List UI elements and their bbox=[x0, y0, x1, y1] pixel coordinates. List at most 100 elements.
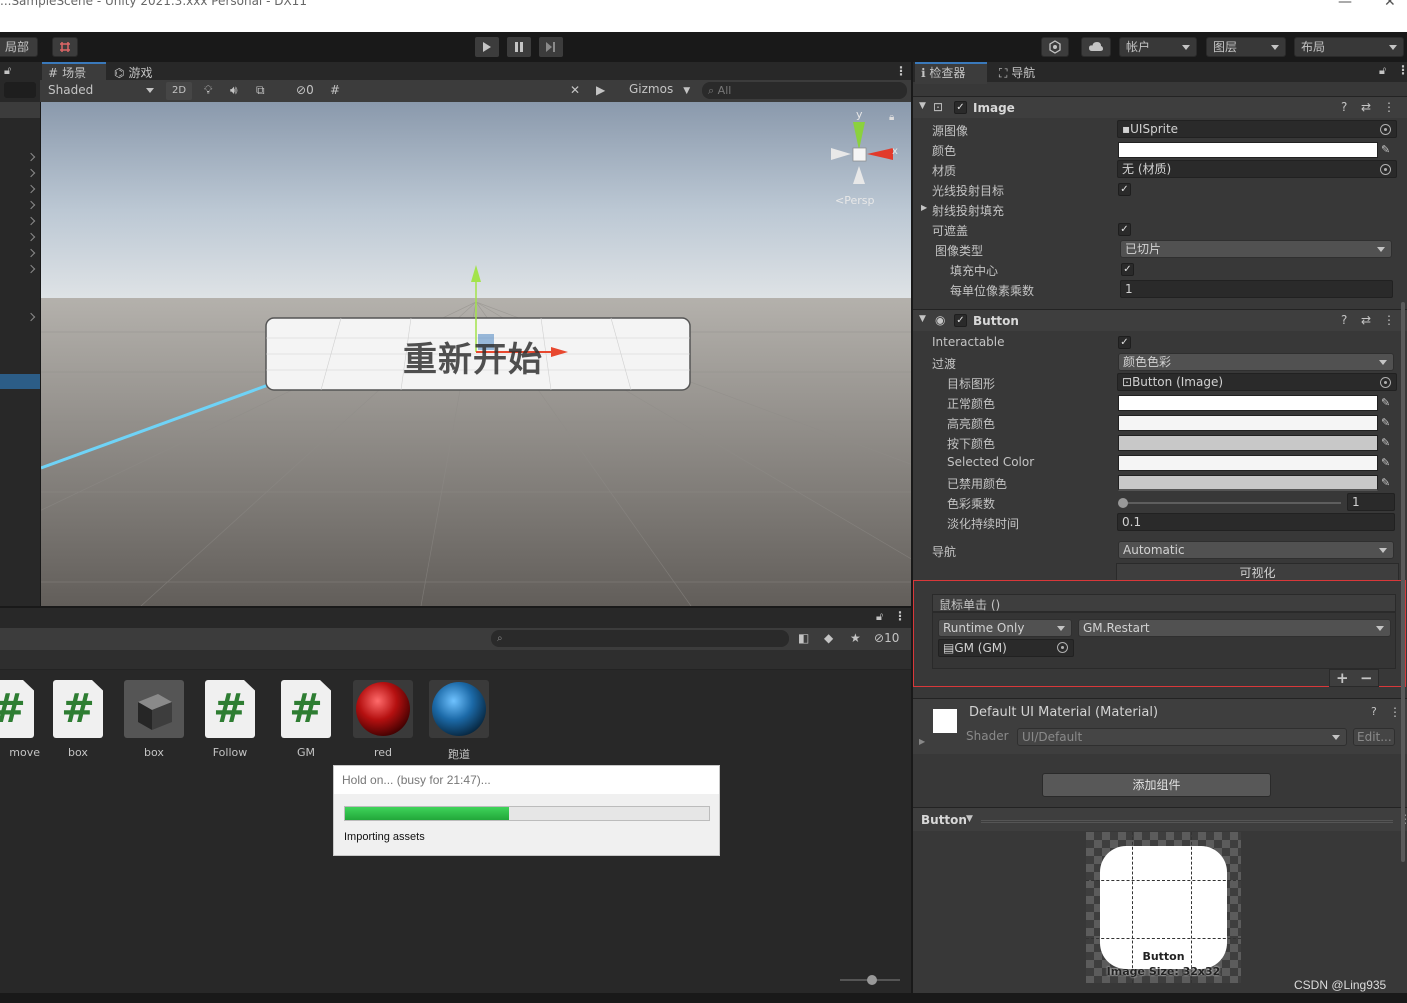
raycast-target-checkbox[interactable]: ✓ bbox=[1118, 183, 1131, 196]
pivot-local-toggle[interactable]: 局部 bbox=[0, 37, 38, 57]
zoom-slider-thumb[interactable] bbox=[867, 975, 877, 985]
selected-hierarchy-row[interactable] bbox=[0, 374, 40, 389]
object-picker-icon[interactable] bbox=[1380, 164, 1391, 175]
hidden-objects-toggle[interactable]: ⊘0 bbox=[296, 83, 314, 97]
expand-chevron-icon[interactable] bbox=[26, 184, 36, 194]
color-multiplier-slider[interactable] bbox=[1121, 502, 1341, 504]
material-field[interactable]: 无 (材质) bbox=[1117, 160, 1397, 178]
expand-chevron-icon[interactable] bbox=[26, 264, 36, 274]
more-options-icon[interactable]: ⋮ bbox=[1389, 705, 1401, 719]
asset-item[interactable]: 跑道 bbox=[428, 680, 490, 762]
object-picker-icon[interactable] bbox=[1057, 642, 1068, 653]
close-icon[interactable]: ✕ bbox=[1384, 0, 1396, 10]
more-options-icon[interactable]: ⋮ bbox=[1383, 100, 1395, 114]
image-type-dropdown[interactable]: 已切片 bbox=[1120, 240, 1392, 258]
presets-icon[interactable]: ⇄ bbox=[1361, 100, 1371, 114]
expand-chevron-icon[interactable] bbox=[26, 216, 36, 226]
pause-button[interactable] bbox=[507, 37, 531, 57]
snap-grid-icon[interactable] bbox=[52, 37, 78, 57]
image-enabled-checkbox[interactable]: ✓ bbox=[954, 101, 967, 114]
color-field[interactable] bbox=[1118, 415, 1378, 431]
button-enabled-checkbox[interactable]: ✓ bbox=[954, 314, 967, 327]
function-dropdown[interactable]: GM.Restart bbox=[1078, 619, 1391, 637]
color-field[interactable] bbox=[1118, 142, 1378, 158]
fill-center-checkbox[interactable]: ✓ bbox=[1121, 263, 1134, 276]
scene-search-input[interactable]: ⌕ All bbox=[702, 82, 907, 99]
foldout-arrow-icon[interactable]: ▶ bbox=[919, 737, 925, 746]
runtime-dropdown[interactable]: Runtime Only bbox=[938, 619, 1072, 637]
foldout-arrow-icon[interactable]: ▶ bbox=[921, 203, 927, 212]
presets-icon[interactable]: ⇄ bbox=[1361, 313, 1371, 327]
help-icon[interactable]: ? bbox=[1341, 313, 1347, 327]
expand-chevron-icon[interactable] bbox=[26, 248, 36, 258]
filter-label-icon[interactable]: ◆ bbox=[824, 631, 833, 645]
expand-chevron-icon[interactable] bbox=[26, 168, 36, 178]
filter-type-icon[interactable]: ◧ bbox=[798, 631, 809, 645]
transition-dropdown[interactable]: 颜色色彩 bbox=[1118, 353, 1394, 371]
color-field[interactable] bbox=[1118, 395, 1378, 411]
toggle-2d-button[interactable]: 2D bbox=[166, 82, 192, 100]
tab-navigation[interactable]: ⛶ 导航 bbox=[993, 62, 1053, 84]
maskable-checkbox[interactable]: ✓ bbox=[1118, 223, 1131, 236]
more-options-icon[interactable]: ⋮ bbox=[1383, 313, 1395, 327]
source-image-field[interactable]: ▪UISprite bbox=[1117, 120, 1397, 138]
color-multiplier-field[interactable]: 1 bbox=[1347, 493, 1395, 511]
color-field[interactable] bbox=[1118, 455, 1378, 471]
eyedropper-icon[interactable]: ✎ bbox=[1381, 437, 1393, 449]
effects-icon[interactable]: ⧉ bbox=[256, 83, 265, 98]
asset-item[interactable]: # box bbox=[47, 680, 109, 759]
add-event-button[interactable]: + bbox=[1336, 669, 1349, 687]
event-object-field[interactable]: ▤GM (GM) bbox=[938, 639, 1074, 657]
foldout-arrow-icon[interactable]: ▼ bbox=[919, 101, 926, 111]
fade-duration-field[interactable]: 0.1 bbox=[1117, 513, 1395, 531]
favorite-icon[interactable]: ★ bbox=[850, 631, 861, 645]
slider-thumb[interactable] bbox=[1118, 498, 1128, 508]
eyedropper-icon[interactable]: ✎ bbox=[1381, 397, 1393, 409]
account-dropdown[interactable]: 帐户 bbox=[1119, 37, 1197, 57]
hidden-packages-toggle[interactable]: ⊘10 bbox=[874, 631, 899, 645]
lock-icon[interactable]: 🔓︎ bbox=[876, 610, 883, 624]
eyedropper-icon[interactable]: ✎ bbox=[1381, 457, 1393, 469]
expand-chevron-icon[interactable] bbox=[26, 152, 36, 162]
interactable-checkbox[interactable]: ✓ bbox=[1118, 336, 1131, 349]
layout-dropdown[interactable]: 布局 bbox=[1294, 37, 1404, 57]
gizmo-lock-icon[interactable]: 🔒︎ bbox=[889, 112, 894, 123]
expand-chevron-icon[interactable] bbox=[26, 312, 36, 322]
perspective-label[interactable]: <Persp bbox=[835, 194, 874, 207]
inspector-scrollbar[interactable] bbox=[1401, 302, 1405, 862]
more-options-icon[interactable]: ⋮ bbox=[895, 64, 907, 78]
expand-chevron-icon[interactable] bbox=[26, 200, 36, 210]
raycast-padding-row[interactable]: ▶ 射线投射填充 bbox=[913, 200, 1393, 220]
asset-item[interactable]: # Follow bbox=[199, 680, 261, 759]
add-component-button[interactable]: 添加组件 bbox=[1042, 773, 1271, 797]
cloud-icon[interactable] bbox=[1081, 37, 1111, 57]
eyedropper-icon[interactable]: ✎ bbox=[1381, 417, 1393, 429]
preview-header[interactable]: Button ▼ ⋮ bbox=[913, 807, 1407, 831]
target-graphic-field[interactable]: ⊡Button (Image) bbox=[1117, 373, 1397, 391]
button-component-header[interactable]: ▼ ◉ ✓ Button ? ⇄ ⋮ bbox=[913, 309, 1407, 331]
shader-dropdown[interactable]: UI/Default bbox=[1017, 728, 1347, 746]
ppu-multiplier-field[interactable]: 1 bbox=[1120, 280, 1393, 298]
dropdown-arrow-icon[interactable]: ▼ bbox=[966, 814, 973, 824]
object-picker-icon[interactable] bbox=[1380, 124, 1391, 135]
preview-drag-handle[interactable] bbox=[981, 820, 1393, 823]
tools-icon[interactable]: ✕ bbox=[570, 83, 580, 97]
audio-icon[interactable]: 🔊︎ bbox=[230, 83, 238, 98]
remove-event-button[interactable]: − bbox=[1360, 669, 1373, 687]
play-button[interactable] bbox=[475, 37, 499, 57]
asset-item[interactable]: # move bbox=[0, 680, 40, 759]
asset-item[interactable]: red bbox=[352, 680, 414, 759]
grid-snap-icon[interactable]: # bbox=[330, 83, 340, 97]
eyedropper-icon[interactable]: ✎ bbox=[1381, 477, 1393, 489]
eyedropper-icon[interactable]: ✎ bbox=[1381, 144, 1393, 156]
scene-viewport[interactable]: 重新开始 y x 🔒︎ <Persp bbox=[41, 102, 911, 606]
help-icon[interactable]: ? bbox=[1371, 705, 1377, 718]
asset-item[interactable]: # GM bbox=[275, 680, 337, 759]
layers-dropdown[interactable]: 图层 bbox=[1206, 37, 1286, 57]
lighting-icon[interactable]: 💡︎ bbox=[204, 83, 212, 98]
help-icon[interactable]: ? bbox=[1341, 100, 1347, 114]
minimize-icon[interactable]: — bbox=[1338, 0, 1352, 10]
more-options-icon[interactable]: ⋮ bbox=[1397, 63, 1407, 77]
color-field[interactable] bbox=[1118, 475, 1378, 491]
lock-icon[interactable]: 🔓︎ bbox=[1379, 64, 1386, 78]
